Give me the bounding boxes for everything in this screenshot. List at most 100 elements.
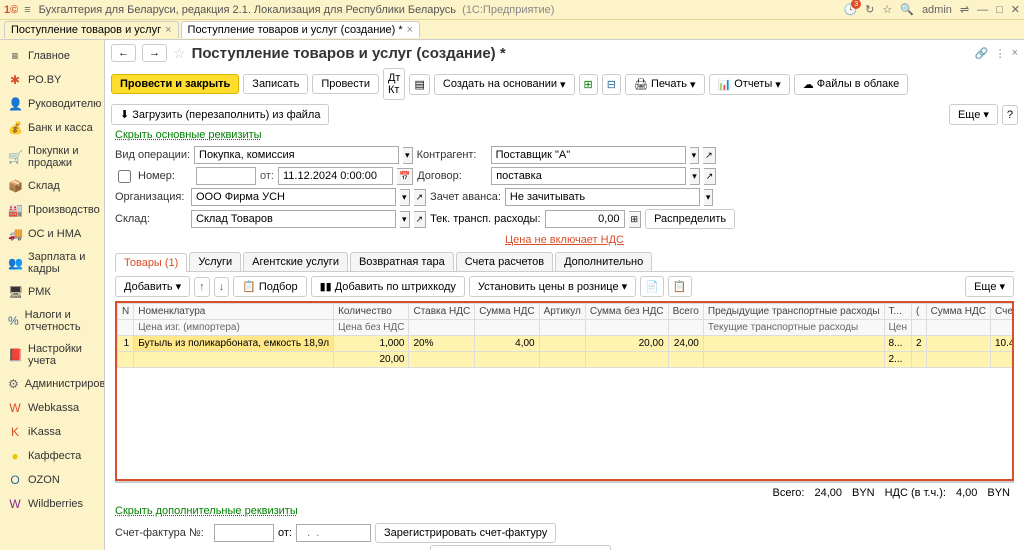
org-dropdown[interactable]: ▾ [400,189,410,206]
sidebar-item[interactable]: 🚚ОС и НМА [0,222,104,246]
paste-icon[interactable]: 📋 [668,276,692,297]
down-icon[interactable]: ↓ [214,277,230,297]
write-button[interactable]: Записать [243,74,308,94]
favorite-star-icon[interactable]: ☆ [173,45,186,62]
cloud-files-button[interactable]: ☁ Файлы в облаке [794,74,908,95]
add-row-button[interactable]: Добавить ▾ [115,276,190,297]
number-checkbox[interactable] [118,170,131,183]
up-icon[interactable]: ↑ [194,277,210,297]
sidebar-item[interactable]: 🖥РМК [0,280,104,304]
date-input[interactable] [278,167,393,185]
page-tab-active[interactable]: Поступление товаров и услуг (создание) *… [181,21,421,38]
help-button[interactable]: ? [1002,105,1018,125]
post-and-close-button[interactable]: Провести и закрыть [111,74,239,94]
barcode-button[interactable]: ▮▮ Добавить по штрихкоду [311,276,465,297]
distribute-button[interactable]: Распределить [645,209,735,229]
sidebar-item[interactable]: OOZON [0,468,104,492]
register-sf-button[interactable]: Зарегистрировать счет-фактуру [375,523,556,543]
window-close-icon[interactable]: × [1012,47,1018,60]
contract-input[interactable] [491,167,686,185]
sidebar-item[interactable]: WWildberries [0,492,104,516]
sidebar-item[interactable]: %Налоги и отчетность [0,304,104,338]
more-button[interactable]: Еще ▾ [949,104,998,125]
close-icon[interactable]: ✕ [1011,3,1020,16]
contract-open[interactable]: ↗ [704,168,717,185]
org-input[interactable] [191,188,396,206]
close-tab-icon[interactable]: × [407,24,413,36]
sf-date-input[interactable] [296,524,371,542]
detail-tab[interactable]: Счета расчетов [456,252,553,271]
warehouse-open[interactable]: ↗ [414,211,427,228]
hide-extra-link[interactable]: Скрыть дополнительные реквизиты [115,505,298,517]
sidebar-item[interactable]: ≡Главное [0,44,104,68]
transp-input[interactable] [545,210,625,228]
calendar-icon[interactable]: 📅 [397,168,413,185]
sidebar-item[interactable]: ✱РО.BY [0,68,104,92]
sidebar-item[interactable]: 👤Руководителю [0,92,104,116]
excel-icon[interactable]: ⊞ [579,74,598,95]
window-actions-icon[interactable]: ⋮ [995,47,1006,60]
warehouse-dropdown[interactable]: ▾ [400,211,410,228]
create-based-button[interactable]: Создать на основании ▾ [434,74,575,95]
sidebar-item[interactable]: ⚙Администрирование [0,372,104,396]
nav-fwd-button[interactable]: → [142,44,167,62]
sidebar-item[interactable]: 🛒Покупки и продажи [0,140,104,174]
optype-input[interactable] [194,146,399,164]
bell-icon[interactable]: 🕓3 [843,3,857,16]
set-price-button[interactable]: Установить цены в рознице ▾ [469,276,636,297]
sidebar-item[interactable]: 📦Склад [0,174,104,198]
minimize-icon[interactable]: — [977,4,988,16]
close-tab-icon[interactable]: × [165,24,171,36]
settings-icon[interactable]: ⇌ [960,3,969,16]
sidebar-item[interactable]: ●Каффеста [0,444,104,468]
xml-icon[interactable]: ⊟ [602,74,621,95]
detail-tab[interactable]: Возвратная тара [350,252,454,271]
favorite-icon[interactable]: ☆ [882,3,892,16]
debit-credit-icon[interactable]: ДтКт [383,68,406,100]
history-icon[interactable]: ↻ [865,3,874,16]
register-sf-acq-button[interactable]: Зарегистрировать счет-фактуру [430,545,611,550]
detail-tab[interactable]: Товары (1) [115,253,187,272]
reports-button[interactable]: 📊 Отчеты ▾ [709,74,790,95]
counterparty-dropdown[interactable]: ▾ [690,147,700,164]
grid-more-button[interactable]: Еще ▾ [965,276,1014,297]
table-row-sub[interactable]: 20,00 2... [118,352,1015,368]
counterparty-open[interactable]: ↗ [703,147,716,164]
nav-back-button[interactable]: ← [111,44,136,62]
sidebar-item[interactable]: 📕Настройки учета [0,338,104,372]
structure-icon[interactable]: ▤ [409,74,429,95]
sidebar-item[interactable]: WWebkassa [0,396,104,420]
calc-icon[interactable]: ⊞ [629,211,642,228]
pick-button[interactable]: 📋 Подбор [233,276,306,297]
number-input[interactable] [196,167,256,185]
counterparty-input[interactable] [491,146,686,164]
sf-number-input[interactable] [214,524,274,542]
goods-grid[interactable]: NНоменклатураКоличествоСтавка НДССумма Н… [115,301,1014,481]
table-row[interactable]: 1 Бутыль из поликарбоната, емкость 18,9л… [118,336,1015,352]
sidebar-item[interactable]: KiKassa [0,420,104,444]
hide-main-link[interactable]: Скрыть основные реквизиты [115,129,262,141]
optype-dropdown[interactable]: ▾ [403,147,413,164]
sidebar-item[interactable]: 👥Зарплата и кадры [0,246,104,280]
print-button[interactable]: 🖨 Печать ▾ [625,74,705,95]
price-vat-link[interactable]: Цена не включает НДС [505,234,624,246]
page-tab[interactable]: Поступление товаров и услуг× [4,21,179,38]
sidebar-item[interactable]: 💰Банк и касса [0,116,104,140]
detail-tab[interactable]: Услуги [189,252,241,271]
contract-dropdown[interactable]: ▾ [690,168,700,185]
burger-icon[interactable]: ≡ [24,4,30,16]
post-button[interactable]: Провести [312,74,379,94]
advance-input[interactable] [505,188,700,206]
window-link-icon[interactable]: 🔗 [975,47,989,60]
detail-tab[interactable]: Агентские услуги [243,252,348,271]
user-label[interactable]: admin [922,4,952,16]
search-icon[interactable]: 🔍 [900,3,914,16]
copy-icon[interactable]: 📄 [640,276,664,297]
warehouse-input[interactable] [191,210,396,228]
sidebar-item[interactable]: 🏭Производство [0,198,104,222]
org-open[interactable]: ↗ [414,189,427,206]
load-from-file-button[interactable]: ⬇ Загрузить (перезаполнить) из файла [111,104,329,125]
maximize-icon[interactable]: □ [996,4,1003,16]
detail-tab[interactable]: Дополнительно [555,252,652,271]
advance-dropdown[interactable]: ▾ [704,189,714,206]
